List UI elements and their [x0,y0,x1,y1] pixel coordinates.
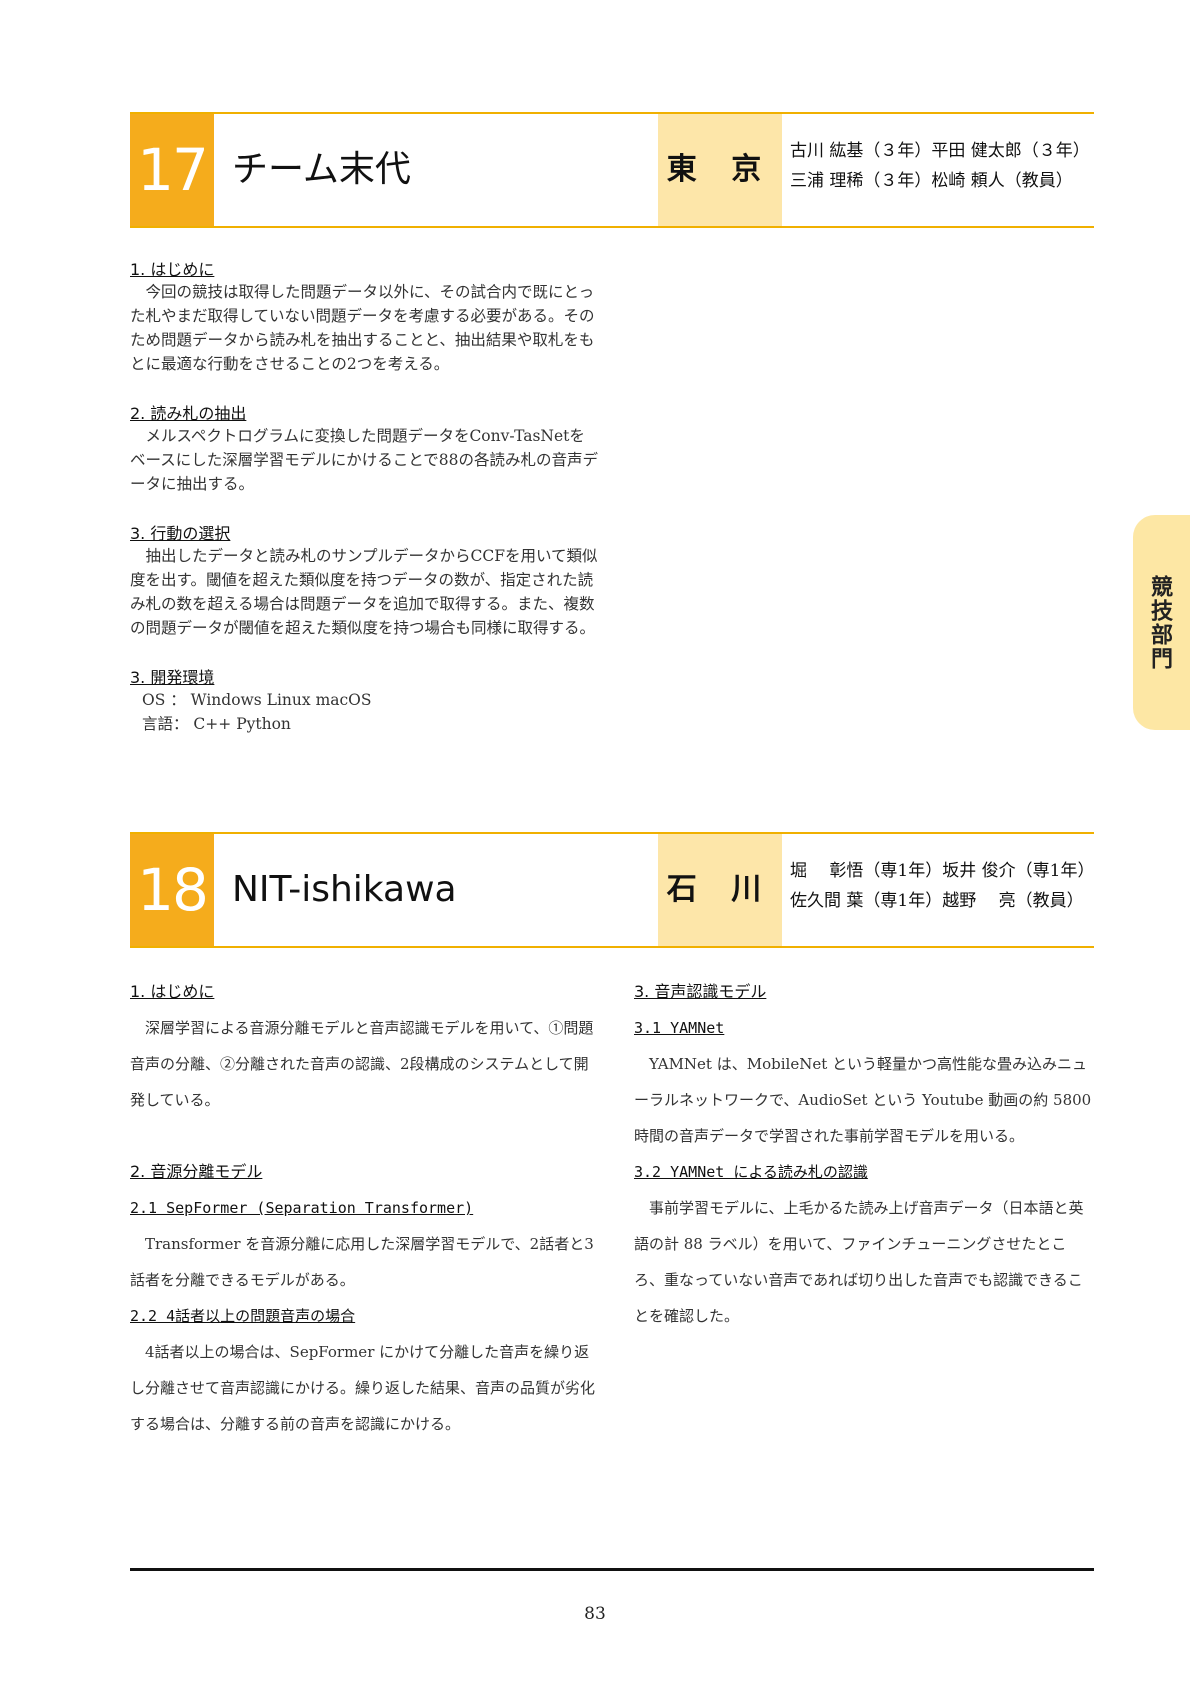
entry-number: 18 [130,834,214,946]
member-line: 三浦 理稀（３年）松崎 頼人（教員） [790,171,1073,191]
section-title: 3. 音声認識モデル [634,982,767,1001]
section-title: 2. 音源分離モデル [130,1162,263,1181]
section-text: メルスペクトログラムに変換した問題データをConv-TasNetをベースにした深… [130,427,598,493]
footer-rule [130,1568,1094,1571]
section-title: 1. はじめに [130,982,215,1001]
member-list: 堀 彰悟（専1年）坂井 俊介（専1年） 佐久間 葉（専1年）越野 亮（教員） [790,856,1095,916]
subsection-title: 3.2 YAMNet による読み札の認識 [634,1163,868,1181]
entry-17-header: 17 チーム末代 東 京 古川 紘基（３年）平田 健太郎（３年） 三浦 理稀（３… [130,112,1094,228]
env-lang: 言語： C++ Python [142,715,291,733]
page-number: 83 [584,1604,606,1624]
prefecture: 石 川 [658,834,782,946]
entry-18-right-column: 3. 音声認識モデル 3.1 YAMNet YAMNet は、MobileNet… [634,974,1096,1334]
section-text: 4話者以上の場合は、SepFormer にかけて分離した音声を繰り返し分離させて… [130,1343,596,1433]
entry-18-left-column: 1. はじめに 深層学習による音源分離モデルと音声認識モデルを用いて、①問題音声… [130,974,600,1442]
category-side-tab: 競技部門 [1133,515,1190,730]
entry-number: 17 [130,114,214,226]
subsection-title: 2.2 4話者以上の問題音声の場合 [130,1307,356,1325]
section-text: 事前学習モデルに、上毛かるた読み上げ音声データ（日本語と英語の計 88 ラベル）… [634,1199,1084,1325]
section-text: 深層学習による音源分離モデルと音声認識モデルを用いて、①問題音声の分離、②分離さ… [130,1019,594,1109]
section-title: 3. 行動の選択 [130,524,231,543]
section-text: YAMNet は、MobileNet という軽量かつ高性能な畳み込みニューラルネ… [634,1055,1092,1145]
section-title: 3. 開発環境 [130,668,215,687]
member-line: 古川 紘基（３年）平田 健太郎（３年） [790,141,1090,161]
member-list: 古川 紘基（３年）平田 健太郎（３年） 三浦 理稀（３年）松崎 頼人（教員） [790,136,1090,196]
env-os: OS ： Windows Linux macOS [142,691,372,709]
entry-17-body: 1. はじめに 今回の競技は取得した問題データ以外に、その試合内で既にとった札や… [130,256,600,736]
section-title: 2. 読み札の抽出 [130,404,247,423]
section-text: 今回の競技は取得した問題データ以外に、その試合内で既にとった札やまだ取得していな… [130,283,595,373]
category-label: 競技部門 [1147,575,1172,671]
member-line: 堀 彰悟（専1年）坂井 俊介（専1年） [790,861,1095,881]
section-text: 抽出したデータと読み札のサンプルデータからCCFを用いて類似度を出す。閾値を超え… [130,547,598,637]
subsection-title: 2.1 SepFormer (Separation Transformer) [130,1199,474,1217]
team-name: NIT-ishikawa [232,869,457,910]
team-name: チーム末代 [232,149,411,190]
section-title: 1. はじめに [130,260,215,279]
member-line: 佐久間 葉（専1年）越野 亮（教員） [790,891,1084,911]
entry-18-header: 18 NIT-ishikawa 石 川 堀 彰悟（専1年）坂井 俊介（専1年） … [130,832,1094,948]
section-text: Transformer を音源分離に応用した深層学習モデルで、2話者と3話者を分… [130,1235,594,1289]
prefecture: 東 京 [658,114,782,226]
subsection-title: 3.1 YAMNet [634,1019,725,1037]
